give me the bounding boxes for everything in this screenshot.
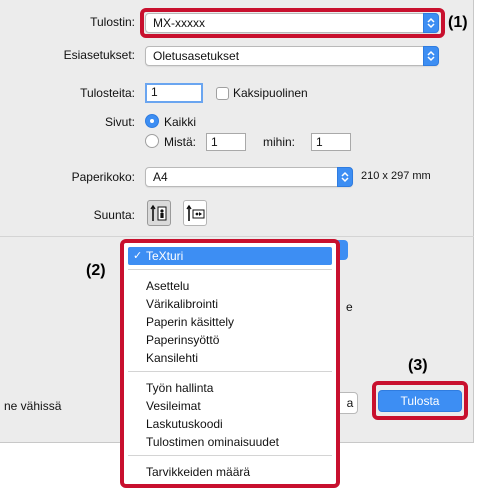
menu-item-paperin-kasittely[interactable]: Paperin käsittely xyxy=(124,313,336,331)
pages-from-label: Mistä: xyxy=(164,135,197,149)
menu-item-tulostimen-ominaisuudet[interactable]: Tulostimen ominaisuudet xyxy=(124,433,336,451)
presets-value: Oletusasetukset xyxy=(153,49,240,63)
menu-item-asettelu[interactable]: Asettelu xyxy=(124,277,336,295)
menu-separator xyxy=(128,371,332,372)
cancel-button-label: a xyxy=(346,396,354,410)
menu-item-kansilehti[interactable]: Kansilehti xyxy=(124,349,336,367)
menu-separator xyxy=(128,455,332,456)
pages-all-label: Kaikki xyxy=(164,115,197,129)
orientation-label: Suunta: xyxy=(93,208,135,222)
pages-range-radio[interactable] xyxy=(145,134,159,148)
copies-label: Tulosteita: xyxy=(80,86,135,100)
copies-input[interactable]: 1 xyxy=(145,83,203,103)
menu-item-texturi[interactable]: ✓ TeXturi xyxy=(128,247,332,265)
section-divider xyxy=(0,236,474,237)
pages-to-label: mihin: xyxy=(263,135,296,149)
landscape-orientation-icon xyxy=(186,204,205,221)
menu-item-tarvikkeiden-maara[interactable]: Tarvikkeiden määrä xyxy=(124,463,336,481)
callout-box-1 xyxy=(140,8,445,38)
popup-arrows-icon xyxy=(337,167,353,187)
checkmark-icon: ✓ xyxy=(133,250,143,262)
menu-item-vesileimat[interactable]: Vesileimat xyxy=(124,397,336,415)
callout-label-3: (3) xyxy=(408,357,428,374)
popup-arrows-icon xyxy=(423,46,439,66)
menu-item-laskutuskoodi[interactable]: Laskutuskoodi xyxy=(124,415,336,433)
menu-item-label: TeXturi xyxy=(146,249,184,263)
pages-from-input[interactable]: 1 xyxy=(206,133,246,151)
menu-separator xyxy=(128,269,332,270)
pages-to-input[interactable]: 1 xyxy=(311,133,351,151)
paper-size-label: Paperikoko: xyxy=(71,170,135,184)
callout-box-3 xyxy=(372,381,468,420)
menu-item-paperinsyotto[interactable]: Paperinsyöttö xyxy=(124,331,336,349)
pages-label: Sivut: xyxy=(104,115,135,129)
menu-item-tyon-hallinta[interactable]: Työn hallinta xyxy=(124,379,336,397)
portrait-orientation-icon xyxy=(150,204,167,221)
presets-popup[interactable]: Oletusasetukset xyxy=(145,46,439,66)
panel-menu: ✓ TeXturi Asettelu Värikalibrointi Paper… xyxy=(120,239,340,488)
landscape-button[interactable] xyxy=(183,200,207,226)
paper-size-popup[interactable]: A4 xyxy=(145,167,353,187)
duplex-label: Kaksipuolinen xyxy=(233,86,308,100)
printer-label: Tulostin: xyxy=(90,15,135,29)
presets-label: Esiasetukset: xyxy=(63,48,135,62)
paper-size-value: A4 xyxy=(153,170,168,184)
paper-dimensions: 210 x 297 mm xyxy=(361,170,431,182)
duplex-checkbox[interactable] xyxy=(216,87,229,100)
partial-text-e: e xyxy=(346,300,353,314)
callout-label-2: (2) xyxy=(86,262,106,279)
menu-item-varikalibrointi[interactable]: Värikalibrointi xyxy=(124,295,336,313)
supply-warning-text: ne vähissä xyxy=(4,399,62,413)
portrait-button[interactable] xyxy=(147,200,171,226)
pages-all-radio[interactable] xyxy=(145,114,159,128)
callout-label-1: (1) xyxy=(448,14,468,31)
